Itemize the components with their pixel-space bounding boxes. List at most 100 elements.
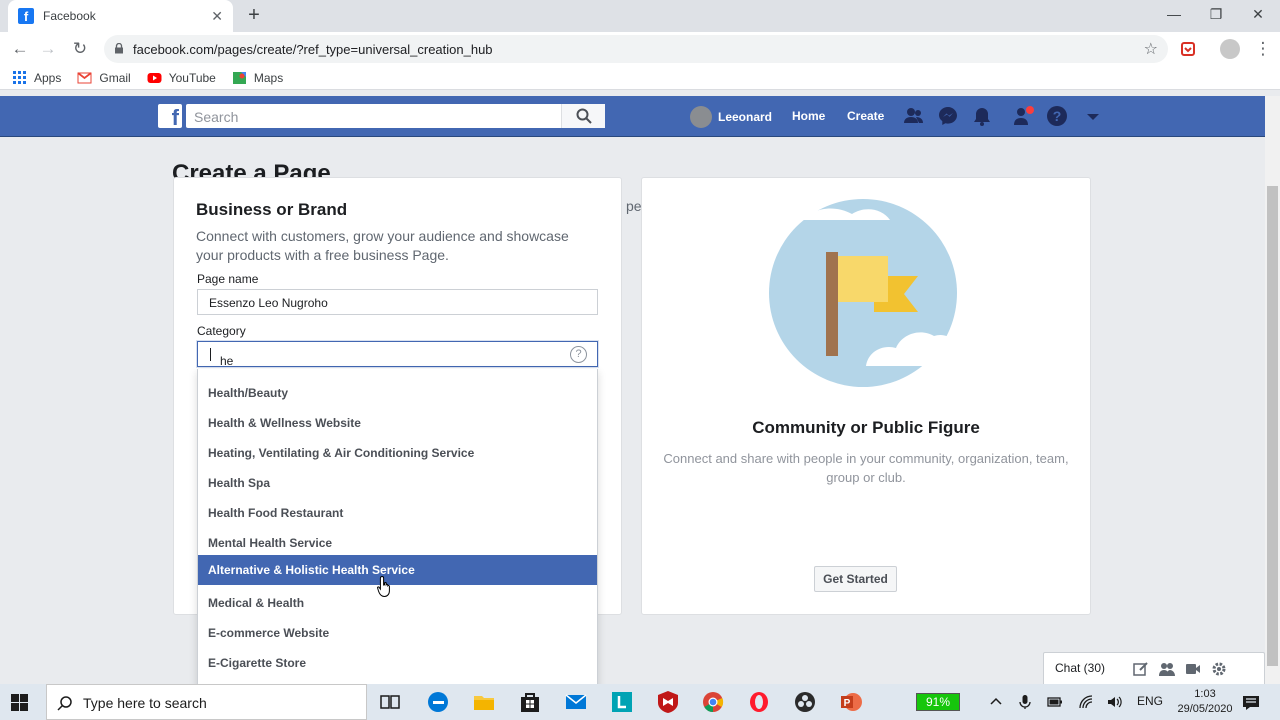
- microphone-icon[interactable]: [1017, 694, 1033, 710]
- dropdown-option[interactable]: Health & Wellness Website: [198, 408, 597, 438]
- battery-indicator[interactable]: 91%: [916, 693, 960, 711]
- text-caret: [210, 348, 211, 361]
- scrollbar-thumb[interactable]: [1267, 186, 1278, 666]
- new-tab-button[interactable]: +: [244, 4, 264, 26]
- dropdown-option[interactable]: Health/Beauty: [198, 378, 597, 408]
- mail-icon[interactable]: [564, 690, 588, 714]
- facebook-logo-icon[interactable]: f: [158, 104, 182, 128]
- profile-link[interactable]: Leeonard: [690, 106, 772, 128]
- hand-cursor-icon: [377, 575, 390, 598]
- window-close-button[interactable]: ✕: [1236, 0, 1280, 30]
- l-app-icon[interactable]: [610, 690, 634, 714]
- category-dropdown: Health/Beauty Health & Wellness Website …: [197, 369, 598, 689]
- dropdown-option-selected[interactable]: Alternative & Holistic Health Service: [198, 555, 597, 585]
- dropdown-option[interactable]: Health Spa: [198, 468, 597, 498]
- community-figure-title: Community or Public Figure: [752, 418, 980, 437]
- bookmark-gmail[interactable]: Gmail: [77, 70, 131, 85]
- home-link[interactable]: Home: [792, 109, 825, 123]
- quick-help-icon[interactable]: [1012, 105, 1034, 127]
- language-indicator[interactable]: ENG: [1137, 694, 1163, 708]
- chat-bar[interactable]: Chat (30): [1043, 652, 1265, 684]
- chat-label: Chat (30): [1055, 661, 1106, 675]
- bookmark-label: Maps: [253, 70, 284, 85]
- mcafee-icon[interactable]: [656, 690, 680, 714]
- dropdown-option[interactable]: E-commerce Website: [198, 618, 597, 648]
- obs-icon[interactable]: [793, 690, 817, 714]
- help-icon[interactable]: ?: [1046, 105, 1068, 127]
- profile-avatar[interactable]: [1220, 39, 1240, 59]
- community-figure-description: Connect and share with people in your co…: [663, 451, 1069, 485]
- apps-grid-icon: [13, 71, 26, 84]
- search-icon: [576, 108, 592, 124]
- minimize-button[interactable]: —: [1152, 0, 1196, 30]
- tab-title: Facebook: [43, 9, 96, 23]
- windows-start-icon[interactable]: [11, 694, 28, 711]
- taskbar-search-placeholder: Type here to search: [83, 695, 207, 711]
- notifications-center-icon[interactable]: [1242, 694, 1260, 712]
- page-name-label: Page name: [197, 272, 259, 286]
- edge-icon[interactable]: [426, 690, 450, 714]
- dropdown-option[interactable]: Medical & Health: [198, 588, 597, 618]
- bookmark-maps[interactable]: Maps: [232, 70, 283, 85]
- store-icon[interactable]: [518, 690, 542, 714]
- battery-icon[interactable]: [1047, 694, 1063, 710]
- account-dropdown-icon[interactable]: [1082, 105, 1104, 127]
- url-text: facebook.com/pages/create/?ref_type=univ…: [133, 42, 493, 57]
- opera-icon[interactable]: [747, 690, 771, 714]
- file-explorer-icon[interactable]: [472, 690, 496, 714]
- bookmark-star-icon[interactable]: ☆: [1144, 39, 1158, 59]
- address-bar[interactable]: facebook.com/pages/create/?ref_type=univ…: [104, 35, 1168, 63]
- dropdown-option[interactable]: Mental Health Service: [198, 528, 597, 558]
- dropdown-option[interactable]: Health Food Restaurant: [198, 498, 597, 528]
- clock-time: 1:03: [1194, 688, 1216, 700]
- search-button[interactable]: [561, 104, 605, 128]
- powerpoint-icon[interactable]: P: [839, 690, 863, 714]
- create-group-icon[interactable]: [1159, 661, 1175, 677]
- messenger-icon[interactable]: [937, 105, 959, 127]
- bookmark-apps[interactable]: Apps: [12, 70, 61, 85]
- dropdown-option[interactable]: Heating, Ventilating & Air Conditioning …: [198, 438, 597, 468]
- category-value: he: [220, 354, 234, 368]
- tab-close-icon[interactable]: ✕: [211, 8, 223, 25]
- menu-dots-icon[interactable]: ⋮: [1250, 37, 1276, 61]
- svg-text:?: ?: [1053, 108, 1062, 124]
- volume-icon[interactable]: [1107, 694, 1123, 710]
- facebook-search-input[interactable]: Search: [186, 104, 605, 128]
- get-started-button[interactable]: Get Started: [814, 566, 897, 592]
- help-circle-icon[interactable]: ?: [570, 346, 587, 363]
- clock-date: 29/05/2020: [1177, 703, 1233, 715]
- category-label: Category: [197, 324, 246, 338]
- browser-tabstrip: f Facebook ✕ + — ❐ ✕: [0, 0, 1280, 32]
- restore-button[interactable]: ❐: [1194, 0, 1238, 30]
- create-link[interactable]: Create: [847, 109, 884, 123]
- page-scrollbar[interactable]: [1265, 96, 1280, 684]
- taskbar-search-box[interactable]: Type here to search: [46, 684, 367, 720]
- chrome-icon[interactable]: [701, 690, 725, 714]
- dropdown-option[interactable]: E-Cigarette Store: [198, 648, 597, 678]
- chat-settings-gear-icon[interactable]: [1211, 661, 1227, 677]
- extension-icon[interactable]: [1180, 41, 1196, 57]
- video-call-icon[interactable]: [1185, 661, 1201, 677]
- task-view-icon[interactable]: [378, 690, 402, 714]
- friend-requests-icon[interactable]: [903, 105, 925, 127]
- avatar: [690, 106, 712, 128]
- new-message-icon[interactable]: [1133, 661, 1149, 677]
- tray-chevron-up-icon[interactable]: [988, 694, 1004, 710]
- bookmark-youtube[interactable]: YouTube: [147, 70, 216, 85]
- gmail-icon: [77, 72, 92, 84]
- facebook-favicon-icon: f: [18, 8, 34, 24]
- browser-tab[interactable]: f Facebook ✕: [8, 0, 233, 32]
- reload-icon[interactable]: ↻: [67, 37, 93, 61]
- notifications-bell-icon[interactable]: [971, 105, 993, 127]
- svg-text:P: P: [844, 698, 851, 709]
- flag-illustration-icon: [760, 199, 960, 387]
- lock-icon: [115, 43, 123, 54]
- forward-icon[interactable]: →: [35, 37, 61, 61]
- taskbar-clock[interactable]: 1:03 29/05/2020: [1176, 687, 1234, 717]
- profile-name: Leeonard: [718, 110, 773, 124]
- category-value-wrap: he: [209, 348, 233, 368]
- category-input[interactable]: he ?: [197, 341, 598, 368]
- back-icon[interactable]: ←: [7, 37, 33, 61]
- page-name-input[interactable]: Essenzo Leo Nugroho: [197, 289, 598, 315]
- wifi-icon[interactable]: [1078, 694, 1094, 710]
